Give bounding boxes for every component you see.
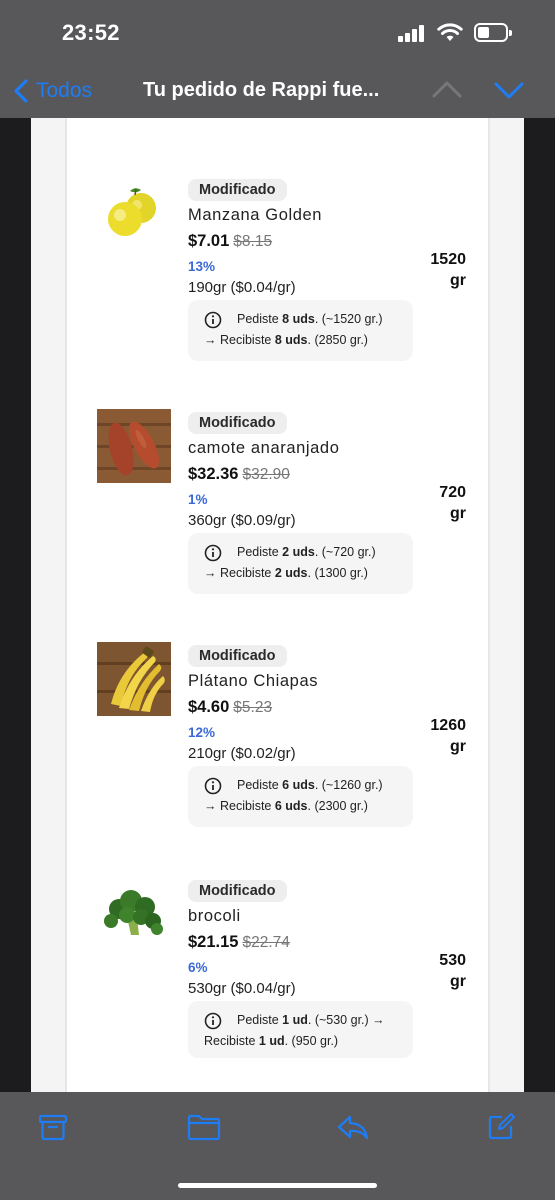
substitution-info-box: Pediste 1 ud. (~530 gr.) → Recibiste 1 u…	[188, 1001, 413, 1058]
modified-badge: Modificado	[188, 179, 287, 201]
product-item: Modificado camote anaranjado $32.36 $32.9…	[67, 409, 492, 642]
back-label: Todos	[36, 79, 93, 102]
folder-icon[interactable]	[187, 1112, 221, 1142]
quantity-unit: gr	[450, 272, 466, 289]
substitution-info-box: Pediste 8 uds. (~1520 gr.) → Recibiste 8…	[188, 300, 413, 361]
quantity-unit: gr	[450, 738, 466, 755]
info-line-received: → Recibiste 8 uds. (2850 gr.)	[204, 333, 368, 347]
chevron-left-icon	[14, 79, 28, 103]
message-subject: Tu pedido de Rappi fue...	[143, 79, 380, 101]
unit-weight: 530gr ($0.04/gr)	[188, 980, 296, 997]
discount-percent: 13%	[188, 259, 216, 274]
substitution-info-box: Pediste 6 uds. (~1260 gr.) → Recibiste 6…	[188, 766, 413, 827]
quantity-weight: 720 gr	[406, 482, 466, 524]
previous-message-button[interactable]	[432, 78, 462, 102]
cellular-signal-icon	[398, 24, 428, 42]
current-price: $7.01	[188, 232, 230, 250]
reply-icon[interactable]	[336, 1112, 370, 1142]
banana-image	[97, 642, 171, 716]
mail-nav-bar: Todos Tu pedido de Rappi fue...	[0, 64, 555, 118]
product-price: $21.15 $22.74	[188, 933, 290, 952]
info-line-ordered: Pediste 1 ud. (~530 gr.) →	[237, 1013, 385, 1027]
email-body[interactable]: Modificado Manzana Golden $7.01 $8.15 13%…	[31, 118, 524, 1092]
product-name: brocoli	[188, 907, 241, 925]
info-icon	[204, 311, 222, 329]
info-icon	[204, 1012, 222, 1030]
discount-percent: 6%	[188, 960, 208, 975]
discount-percent: 12%	[188, 725, 216, 740]
modified-badge: Modificado	[188, 412, 287, 434]
quantity-value: 1520	[430, 251, 466, 268]
info-line-ordered: Pediste 8 uds. (~1520 gr.)	[237, 312, 383, 326]
broccoli-image	[97, 877, 171, 951]
original-price: $32.90	[242, 466, 290, 483]
product-price: $7.01 $8.15	[188, 232, 272, 251]
info-line-received: → Recibiste 2 uds. (1300 gr.)	[204, 566, 368, 580]
info-icon	[204, 777, 222, 795]
archive-icon[interactable]	[38, 1112, 68, 1142]
product-item: Modificado Plátano Chiapas $4.60 $5.23 12…	[67, 642, 492, 875]
order-card: Modificado Manzana Golden $7.01 $8.15 13%…	[65, 118, 490, 1092]
modified-badge: Modificado	[188, 880, 287, 902]
original-price: $5.23	[233, 699, 273, 716]
compose-icon[interactable]	[486, 1112, 516, 1142]
info-icon	[204, 544, 222, 562]
sweet-potato-image	[97, 409, 171, 483]
product-item: Modificado brocoli $21.15 $22.74 6% 530gr…	[67, 877, 492, 1092]
back-button[interactable]: Todos	[14, 74, 92, 108]
unit-weight: 210gr ($0.02/gr)	[188, 745, 296, 762]
wifi-icon	[437, 23, 463, 41]
next-message-button[interactable]	[494, 78, 524, 102]
substitution-info-box: Pediste 2 uds. (~720 gr.) → Recibiste 2 …	[188, 533, 413, 594]
quantity-unit: gr	[450, 505, 466, 522]
product-name: camote anaranjado	[188, 439, 340, 457]
current-price: $21.15	[188, 933, 239, 951]
quantity-value: 720	[439, 484, 466, 501]
apple-image	[97, 183, 171, 257]
current-price: $4.60	[188, 698, 230, 716]
discount-percent: 1%	[188, 492, 208, 507]
home-indicator[interactable]	[178, 1183, 377, 1188]
current-price: $32.36	[188, 465, 239, 483]
unit-weight: 360gr ($0.09/gr)	[188, 512, 296, 529]
original-price: $8.15	[233, 233, 273, 250]
info-line-ordered: Pediste 6 uds. (~1260 gr.)	[237, 778, 383, 792]
product-name: Plátano Chiapas	[188, 672, 319, 690]
info-line-received: → Recibiste 6 uds. (2300 gr.)	[204, 799, 368, 813]
product-name: Manzana Golden	[188, 206, 323, 224]
product-price: $32.36 $32.90	[188, 465, 290, 484]
info-line-received: Recibiste 1 ud. (950 gr.)	[204, 1034, 339, 1048]
product-item: Modificado Manzana Golden $7.01 $8.15 13%…	[67, 179, 492, 409]
status-time: 23:52	[62, 20, 120, 45]
quantity-unit: gr	[450, 973, 466, 990]
unit-weight: 190gr ($0.04/gr)	[188, 279, 296, 296]
quantity-weight: 1260 gr	[406, 715, 466, 757]
original-price: $22.74	[242, 934, 290, 951]
quantity-value: 1260	[430, 717, 466, 734]
info-line-ordered: Pediste 2 uds. (~720 gr.)	[237, 545, 376, 559]
quantity-value: 530	[439, 952, 466, 969]
status-bar: 23:52	[0, 0, 555, 64]
battery-icon	[474, 23, 512, 42]
quantity-weight: 1520 gr	[406, 249, 466, 291]
quantity-weight: 530 gr	[406, 950, 466, 992]
product-price: $4.60 $5.23	[188, 698, 272, 717]
modified-badge: Modificado	[188, 645, 287, 667]
